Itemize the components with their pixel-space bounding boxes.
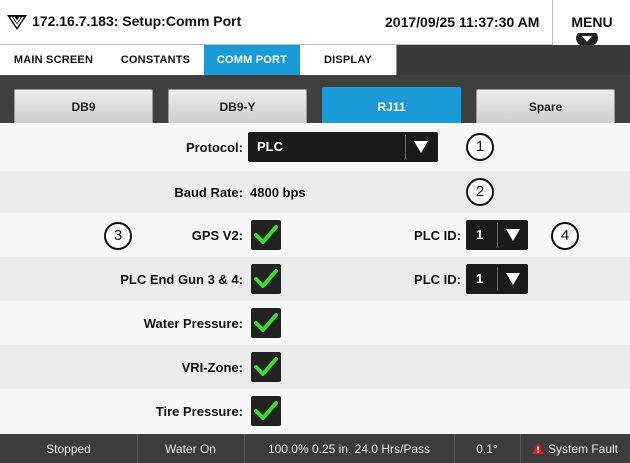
tire-pressure-label: Tire Pressure:	[155, 404, 243, 419]
callout-1: 1	[466, 133, 494, 161]
main-tab-bar: MAIN SCREEN CONSTANTS COMM PORT DISPLAY	[0, 45, 630, 75]
check-icon	[254, 313, 278, 332]
protocol-row: Protocol: PLC 1	[0, 123, 630, 172]
tire-pressure-row: Tire Pressure:	[0, 389, 630, 434]
gps-plc-id-value: 1	[476, 227, 484, 242]
baud-rate-label: Baud Rate:	[174, 185, 243, 200]
plc-end-gun-row: PLC End Gun 3 & 4: PLC ID: 1	[0, 257, 630, 302]
status-state: Stopped	[0, 434, 138, 463]
system-fault-indicator[interactable]: System Fault	[520, 434, 630, 463]
water-pressure-label: Water Pressure:	[143, 316, 243, 331]
valley-logo-icon	[7, 15, 27, 30]
check-icon	[254, 225, 278, 244]
status-angle: 0.1°	[454, 434, 521, 463]
triangle-down-icon	[414, 141, 428, 153]
tire-pressure-checkbox[interactable]	[251, 396, 281, 426]
port-tab-bar: DB9 DB9-Y RJ11 Spare	[0, 75, 630, 125]
plc-end-gun-checkbox[interactable]	[251, 264, 281, 294]
status-pass-info: 100.0% 0.25 in. 24.0 Hrs/Pass	[244, 434, 455, 463]
gps-plc-id-select[interactable]: 1	[466, 220, 528, 250]
protocol-label: Protocol:	[185, 140, 243, 155]
select-divider	[497, 267, 498, 291]
protocol-select[interactable]: PLC	[248, 132, 438, 162]
gps-plc-id-label: PLC ID:	[414, 228, 461, 243]
check-icon	[254, 357, 278, 376]
menu-button[interactable]: MENU	[552, 0, 630, 47]
water-pressure-row: Water Pressure:	[0, 301, 630, 346]
tab-constants[interactable]: CONSTANTS	[107, 45, 205, 75]
check-icon	[254, 269, 278, 288]
tab-comm-port[interactable]: COMM PORT	[204, 45, 301, 75]
status-bar: Stopped Water On 100.0% 0.25 in. 24.0 Hr…	[0, 434, 630, 463]
gps-v2-label: GPS V2:	[191, 228, 243, 243]
status-water: Water On	[137, 434, 245, 463]
tab-display[interactable]: DISPLAY	[300, 45, 397, 75]
gps-v2-row: 3 GPS V2: PLC ID: 1 4	[0, 213, 630, 258]
tab-db9[interactable]: DB9	[14, 89, 153, 123]
baud-rate-row: Baud Rate: 4800 bps 2	[0, 171, 630, 214]
title-bar: 172.16.7.183: Setup:Comm Port 2017/09/25…	[0, 0, 630, 47]
tab-spare[interactable]: Spare	[476, 89, 615, 123]
tab-rj11[interactable]: RJ11	[322, 87, 461, 125]
select-divider	[497, 223, 498, 247]
triangle-down-icon	[506, 273, 520, 285]
end-gun-plc-id-value: 1	[476, 271, 484, 286]
warning-triangle-icon	[531, 443, 544, 454]
baud-rate-value: 4800 bps	[250, 185, 306, 200]
tab-db9-y[interactable]: DB9-Y	[168, 89, 307, 123]
triangle-down-icon	[506, 229, 520, 241]
tab-main-screen[interactable]: MAIN SCREEN	[0, 45, 108, 75]
protocol-value: PLC	[257, 139, 283, 154]
end-gun-plc-id-label: PLC ID:	[414, 272, 461, 287]
check-icon	[254, 401, 278, 420]
status-fault: System Fault	[547, 441, 619, 456]
vri-zone-checkbox[interactable]	[251, 352, 281, 382]
vri-zone-row: VRI-Zone:	[0, 345, 630, 390]
callout-4: 4	[551, 222, 579, 250]
callout-3: 3	[104, 222, 132, 250]
plc-end-gun-label: PLC End Gun 3 & 4:	[120, 272, 243, 287]
gps-v2-checkbox[interactable]	[251, 220, 281, 250]
select-divider	[405, 135, 406, 159]
vri-zone-label: VRI-Zone:	[181, 360, 243, 375]
end-gun-plc-id-select[interactable]: 1	[466, 264, 528, 294]
callout-2: 2	[466, 178, 494, 206]
water-pressure-checkbox[interactable]	[251, 308, 281, 338]
window-title: 172.16.7.183: Setup:Comm Port	[32, 13, 242, 29]
menu-label: MENU	[571, 14, 613, 30]
datetime: 2017/09/25 11:37:30 AM	[385, 14, 540, 30]
